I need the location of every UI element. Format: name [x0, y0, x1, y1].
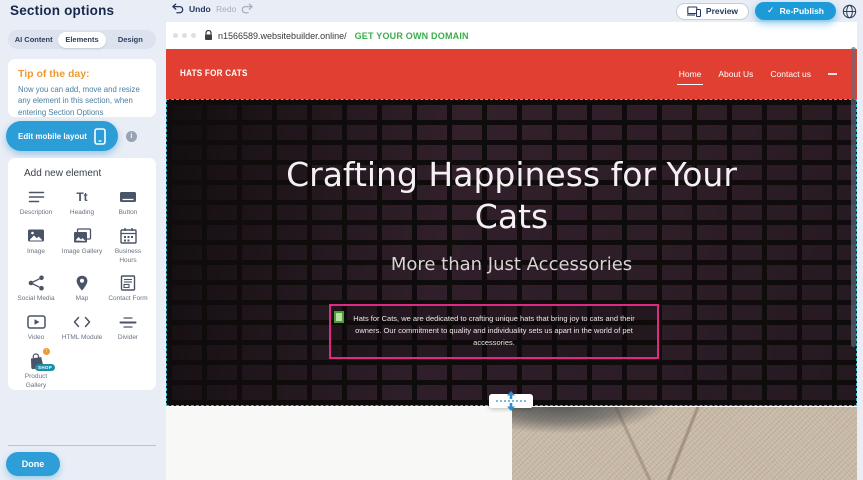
element-html-module[interactable]: HTML Module — [60, 313, 104, 343]
image-gallery-icon — [72, 227, 92, 245]
element-image[interactable]: Image — [14, 227, 58, 266]
undo-icon — [172, 3, 185, 14]
next-section — [166, 407, 857, 480]
site-nav: Home About Us Contact us — [679, 49, 837, 99]
preview-scrollbar[interactable] — [851, 47, 856, 347]
add-element-title: Add new element — [14, 168, 150, 179]
carpet-photo — [512, 407, 857, 480]
divider-icon — [119, 313, 137, 331]
tip-of-the-day-card: Tip of the day: Now you can add, move an… — [8, 59, 156, 117]
undo-button[interactable]: Undo — [172, 3, 211, 14]
section-options-sidebar: AI Content Elements Design Tip of the da… — [0, 22, 166, 480]
resize-arrow-down-icon — [507, 398, 516, 416]
hero-section[interactable]: Crafting Happiness for Your Cats More th… — [166, 99, 857, 406]
shop-badge: SHOP — [35, 364, 55, 371]
element-grid: Description Tt Heading Button Image Imag… — [14, 188, 150, 390]
description-icon — [28, 188, 45, 206]
toolbar-actions: Preview ✓ Re-Publish — [676, 0, 857, 22]
nav-contact-us[interactable]: Contact us — [770, 65, 811, 83]
browser-bar: n1566589.websitebuilder.online/ GET YOUR… — [166, 22, 857, 49]
text-cursor-handle[interactable] — [334, 311, 344, 323]
tip-body: Now you can add, move and resize any ele… — [18, 84, 146, 118]
nav-more-icon[interactable] — [828, 73, 837, 75]
heading-icon: Tt — [76, 188, 87, 206]
browser-dot — [191, 33, 196, 38]
element-video[interactable]: Video — [14, 313, 58, 343]
element-divider[interactable]: Divider — [106, 313, 150, 343]
image-icon — [27, 227, 45, 245]
product-gallery-icon: SHOP ↑ — [25, 352, 47, 370]
element-business-hours[interactable]: Business Hours — [106, 227, 150, 266]
html-module-icon — [73, 313, 91, 331]
get-domain-link[interactable]: GET YOUR OWN DOMAIN — [355, 31, 469, 41]
tip-title: Tip of the day: — [18, 68, 146, 80]
hero-paragraph-box[interactable]: Hats for Cats, we are dedicated to craft… — [329, 304, 659, 359]
check-icon: ✓ — [767, 6, 775, 16]
browser-dot — [173, 33, 178, 38]
hero-heading[interactable]: Crafting Happiness for Your Cats — [282, 154, 742, 238]
tab-design[interactable]: Design — [106, 32, 154, 48]
browser-dot — [182, 33, 187, 38]
site-header: HATS FOR CATS Home About Us Contact us — [166, 49, 857, 99]
element-button[interactable]: Button — [106, 188, 150, 218]
nav-about-us[interactable]: About Us — [718, 65, 753, 83]
lock-icon — [204, 30, 213, 41]
contact-form-icon — [120, 274, 136, 292]
sidebar-tabs: AI Content Elements Design — [8, 30, 156, 49]
element-description[interactable]: Description — [14, 188, 58, 218]
redo-label: Redo — [216, 4, 236, 14]
hero-subheading[interactable]: More than Just Accessories — [167, 254, 856, 275]
republish-label: Re-Publish — [780, 6, 824, 16]
devices-icon — [687, 6, 701, 17]
done-button[interactable]: Done — [6, 452, 60, 476]
nav-home[interactable]: Home — [679, 65, 702, 83]
element-map[interactable]: Map — [60, 274, 104, 304]
section-resize-handle[interactable] — [489, 394, 533, 408]
site-url: n1566589.websitebuilder.online/ — [218, 31, 347, 41]
app-window: Section options Undo Redo Preview ✓ Re-P… — [0, 0, 863, 480]
redo-button[interactable]: Redo — [216, 3, 253, 14]
redo-icon — [240, 3, 253, 14]
element-image-gallery[interactable]: Image Gallery — [60, 227, 104, 266]
site-logo[interactable]: HATS FOR CATS — [180, 68, 248, 79]
button-icon — [119, 188, 137, 206]
phone-icon — [94, 128, 106, 145]
element-social-media[interactable]: Social Media — [14, 274, 58, 304]
info-icon[interactable]: i — [126, 131, 137, 142]
preview-label: Preview — [706, 6, 738, 16]
top-toolbar: Section options Undo Redo Preview ✓ Re-P… — [0, 0, 863, 22]
page-title: Section options — [10, 3, 114, 18]
hero-paragraph: Hats for Cats, we are dedicated to craft… — [341, 313, 647, 349]
edit-mobile-label: Edit mobile layout — [18, 132, 87, 141]
social-media-icon — [28, 274, 45, 292]
element-contact-form[interactable]: Contact Form — [106, 274, 150, 304]
tab-ai-content[interactable]: AI Content — [10, 32, 58, 48]
map-icon — [75, 274, 89, 292]
video-icon — [27, 313, 46, 331]
undo-label: Undo — [189, 4, 211, 14]
republish-button[interactable]: ✓ Re-Publish — [755, 2, 836, 20]
edit-mobile-layout-button[interactable]: Edit mobile layout — [6, 121, 118, 151]
browser-dots — [173, 33, 196, 38]
add-element-panel: Add new element Description Tt Heading B… — [8, 158, 156, 390]
upgrade-badge-icon: ↑ — [42, 347, 51, 356]
preview-button[interactable]: Preview — [676, 3, 749, 20]
business-hours-icon — [120, 227, 137, 245]
tab-elements[interactable]: Elements — [58, 32, 106, 48]
element-product-gallery[interactable]: SHOP ↑ Product Gallery — [14, 352, 58, 390]
sidebar-divider — [8, 445, 156, 446]
element-heading[interactable]: Tt Heading — [60, 188, 104, 218]
language-globe-icon[interactable] — [842, 4, 857, 19]
